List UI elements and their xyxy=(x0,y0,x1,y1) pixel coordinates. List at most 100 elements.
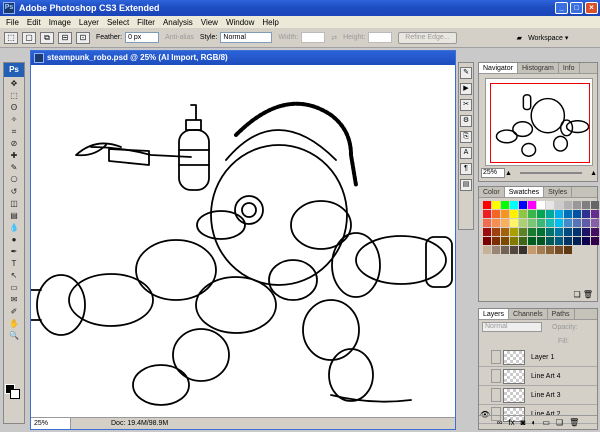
zoom-tool-icon[interactable]: 🔍 xyxy=(5,330,23,341)
color-swatch[interactable] xyxy=(573,210,581,218)
color-swatch[interactable] xyxy=(483,237,491,245)
tab-channels[interactable]: Channels xyxy=(509,309,548,319)
refine-edge-button[interactable]: Refine Edge... xyxy=(398,31,457,44)
navigator-zoom-slider[interactable] xyxy=(519,172,583,174)
color-swatch[interactable] xyxy=(564,219,572,227)
color-swatch[interactable] xyxy=(573,201,581,209)
doc-size-info[interactable]: Doc: 19.4M/98.9M xyxy=(71,418,168,429)
path-select-tool-icon[interactable]: ↖ xyxy=(5,270,23,281)
layer-link-box[interactable] xyxy=(491,369,501,383)
color-swatch[interactable] xyxy=(537,219,545,227)
color-swatch[interactable] xyxy=(483,219,491,227)
notes-tool-icon[interactable]: ✉ xyxy=(5,294,23,305)
height-input[interactable] xyxy=(368,32,393,43)
color-swatch[interactable] xyxy=(519,246,527,254)
color-swatch[interactable] xyxy=(492,228,500,236)
color-swatch[interactable] xyxy=(510,228,518,236)
color-swatch[interactable] xyxy=(483,201,491,209)
color-swatch[interactable] xyxy=(501,228,509,236)
width-input[interactable] xyxy=(301,32,326,43)
hand-tool-icon[interactable]: ✋ xyxy=(5,318,23,329)
delete-swatch-icon[interactable]: 🗑 xyxy=(583,290,593,299)
color-swatch[interactable] xyxy=(546,219,554,227)
mask-icon[interactable]: ◙ xyxy=(521,416,526,429)
color-swatch[interactable] xyxy=(591,210,599,218)
layer-comps-icon[interactable]: ▤ xyxy=(460,179,472,191)
color-swatch[interactable] xyxy=(501,210,509,218)
color-swatch[interactable] xyxy=(519,210,527,218)
color-swatch[interactable] xyxy=(582,210,590,218)
color-swatch[interactable] xyxy=(555,219,563,227)
crop-tool-icon[interactable]: ⌗ xyxy=(5,126,23,137)
color-swatch[interactable] xyxy=(528,228,536,236)
color-swatch[interactable] xyxy=(573,237,581,245)
move-tool-icon[interactable]: ✥ xyxy=(5,78,23,89)
blur-tool-icon[interactable]: 💧 xyxy=(5,222,23,233)
color-swatch[interactable] xyxy=(591,201,599,209)
style-select[interactable]: Normal xyxy=(220,32,273,43)
color-swatch[interactable] xyxy=(582,219,590,227)
history-icon[interactable]: ⎘ xyxy=(460,131,472,143)
link-icon[interactable]: ∞ xyxy=(497,416,503,429)
color-swatch[interactable] xyxy=(564,201,572,209)
color-swatch[interactable] xyxy=(555,228,563,236)
clone-stamp-tool-icon[interactable]: ⎔ xyxy=(5,174,23,185)
color-swatch[interactable] xyxy=(537,228,545,236)
dodge-tool-icon[interactable]: ● xyxy=(5,234,23,245)
color-swatch[interactable] xyxy=(510,201,518,209)
eraser-tool-icon[interactable]: ◫ xyxy=(5,198,23,209)
brush-tool-icon[interactable]: ✎ xyxy=(5,162,23,173)
color-swatch[interactable] xyxy=(564,228,572,236)
color-swatch[interactable] xyxy=(483,228,491,236)
color-swatch[interactable] xyxy=(537,237,545,245)
color-swatch[interactable] xyxy=(483,210,491,218)
color-swatch[interactable] xyxy=(555,210,563,218)
color-swatch[interactable] xyxy=(591,219,599,227)
color-swatch[interactable] xyxy=(537,210,545,218)
color-swatch[interactable] xyxy=(501,246,509,254)
tab-histogram[interactable]: Histogram xyxy=(518,63,559,73)
maximize-button[interactable]: □ xyxy=(570,2,583,14)
layer-row[interactable]: Line Art 3 xyxy=(479,386,597,405)
intersect-selection-icon[interactable]: ⊡ xyxy=(76,31,90,44)
color-swatch[interactable] xyxy=(537,201,545,209)
anti-alias-checkbox[interactable]: Anti-alias xyxy=(165,34,194,41)
healing-tool-icon[interactable]: ✚ xyxy=(5,150,23,161)
navigator-thumbnail[interactable] xyxy=(485,78,593,166)
type-tool-icon[interactable]: T xyxy=(5,258,23,269)
tab-info[interactable]: Info xyxy=(559,63,580,73)
slice-tool-icon[interactable]: ⊘ xyxy=(5,138,23,149)
color-swatch[interactable] xyxy=(582,237,590,245)
bridge-icon[interactable]: ▰ xyxy=(517,34,522,42)
color-swatch[interactable] xyxy=(555,246,563,254)
color-swatch[interactable] xyxy=(546,237,554,245)
menu-filter[interactable]: Filter xyxy=(133,18,159,27)
new-layer-icon[interactable]: ❏ xyxy=(556,416,563,429)
color-swatch[interactable] xyxy=(492,246,500,254)
background-color-swatch[interactable] xyxy=(10,389,20,399)
layer-link-box[interactable] xyxy=(491,350,501,364)
color-swatch[interactable] xyxy=(501,237,509,245)
zoom-out-icon[interactable]: ▲ xyxy=(505,170,512,177)
tool-presets-icon[interactable]: ▶ xyxy=(460,83,472,95)
trash-icon[interactable]: 🗑 xyxy=(569,416,579,429)
shape-tool-icon[interactable]: ▭ xyxy=(5,282,23,293)
color-swatch[interactable] xyxy=(510,237,518,245)
color-swatch[interactable] xyxy=(528,219,536,227)
color-swatch[interactable] xyxy=(510,246,518,254)
color-swatch[interactable] xyxy=(501,201,509,209)
color-swatch[interactable] xyxy=(519,228,527,236)
color-swatch[interactable] xyxy=(519,237,527,245)
tab-styles[interactable]: Styles xyxy=(544,187,573,197)
history-brush-tool-icon[interactable]: ↺ xyxy=(5,186,23,197)
tab-layers[interactable]: Layers xyxy=(479,309,510,319)
menu-view[interactable]: View xyxy=(197,18,222,27)
rect-marquee-preset-icon[interactable]: ⬚ xyxy=(4,31,18,44)
tab-navigator[interactable]: Navigator xyxy=(479,63,518,73)
menu-help[interactable]: Help xyxy=(258,18,282,27)
color-swatch[interactable] xyxy=(537,246,545,254)
new-selection-icon[interactable]: ▢ xyxy=(22,31,36,44)
group-icon[interactable]: ▭ xyxy=(542,416,550,429)
adjustment-icon[interactable]: ◐ xyxy=(532,416,537,429)
color-swatch[interactable] xyxy=(528,237,536,245)
